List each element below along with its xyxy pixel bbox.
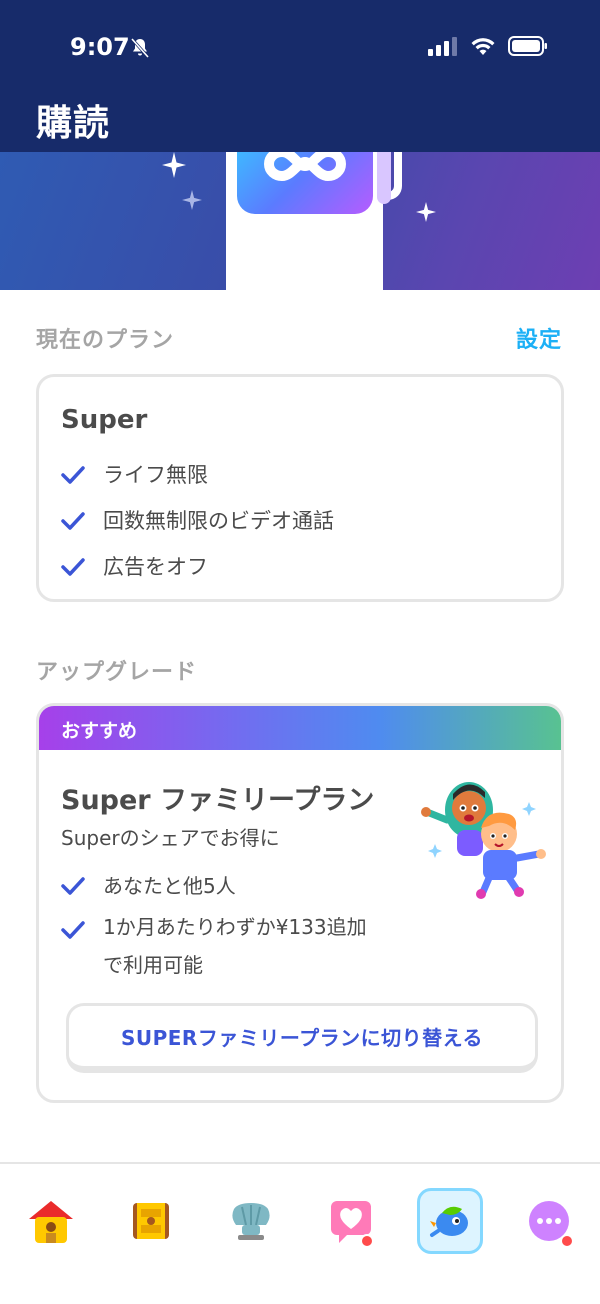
plan-name: Super [61,405,148,435]
bottom-tab-bar [0,1162,600,1304]
notification-dot [360,1234,374,1248]
infinity-icon [263,152,347,182]
tab-shell[interactable] [218,1188,284,1254]
banner-handle-bar [377,152,391,204]
family-feature-line: で利用可能 [103,953,203,977]
family-plan-card: おすすめ Super ファミリープラン Superのシェアでお得に あなたと他5… [36,703,564,1103]
sparkle-icon [162,152,186,178]
plan-feature: 回数無制限のビデオ通話 [61,505,334,535]
plan-feature: 広告をオフ [61,551,208,581]
settings-link[interactable]: 設定 [516,322,562,354]
family-feature: 1か月あたりわずか¥133追加 で利用可能 [61,914,367,984]
chest-icon [133,1203,169,1239]
tab-home[interactable] [18,1188,84,1254]
status-icons [428,36,548,56]
switch-family-plan-button[interactable]: SUPERファミリープランに切り替える [66,1003,538,1073]
current-plan-label: 現在のプラン [36,328,175,353]
top-header: 購読 [0,88,600,152]
sparkle-icon [182,190,202,210]
wifi-icon [471,38,495,55]
upgrade-label: アップグレード [36,660,198,685]
plan-feature-text: 広告をオフ [103,555,208,579]
current-plan-card: Super ライフ無限 回数無制限のビデオ通話 広告をオフ [36,374,564,602]
super-duo-icon [430,1206,468,1237]
notification-dot [560,1234,574,1248]
signal-icon [428,37,457,56]
home-icon [29,1201,73,1243]
super-banner [0,152,600,290]
sparkle-icon [416,202,436,222]
bell-muted-icon [130,38,150,58]
check-icon [61,512,85,530]
tab-heart-messages[interactable] [318,1188,384,1254]
recommended-banner: おすすめ [39,706,561,750]
family-feature-text: あなたと他5人 [103,874,236,898]
check-icon [61,466,85,484]
status-time: 9:07 [70,33,130,61]
family-feature-text: 1か月あたりわずか¥133追加 で利用可能 [103,908,367,984]
family-plan-subtitle: Superのシェアでお得に [61,826,280,850]
check-icon [61,877,85,895]
family-feature-line: 1か月あたりわずか¥133追加 [103,915,367,939]
tab-more[interactable] [516,1188,582,1254]
tab-super[interactable] [417,1188,483,1254]
page-title: 購読 [36,103,111,144]
battery-icon [508,36,547,56]
plan-feature: ライフ無限 [61,459,208,489]
family-feature: あなたと他5人 [61,870,236,899]
plan-feature-text: 回数無制限のビデオ通話 [103,509,334,533]
check-icon [61,558,85,576]
super-infinity-logo [237,152,373,214]
recommended-badge: おすすめ [61,720,138,742]
plan-feature-text: ライフ無限 [103,463,208,487]
family-characters-illustration [421,782,546,899]
tab-chest[interactable] [118,1188,184,1254]
family-plan-title: Super ファミリープラン [61,785,375,816]
status-bar: 9:07 [0,0,600,88]
shell-icon [232,1203,270,1240]
check-icon [61,921,85,939]
